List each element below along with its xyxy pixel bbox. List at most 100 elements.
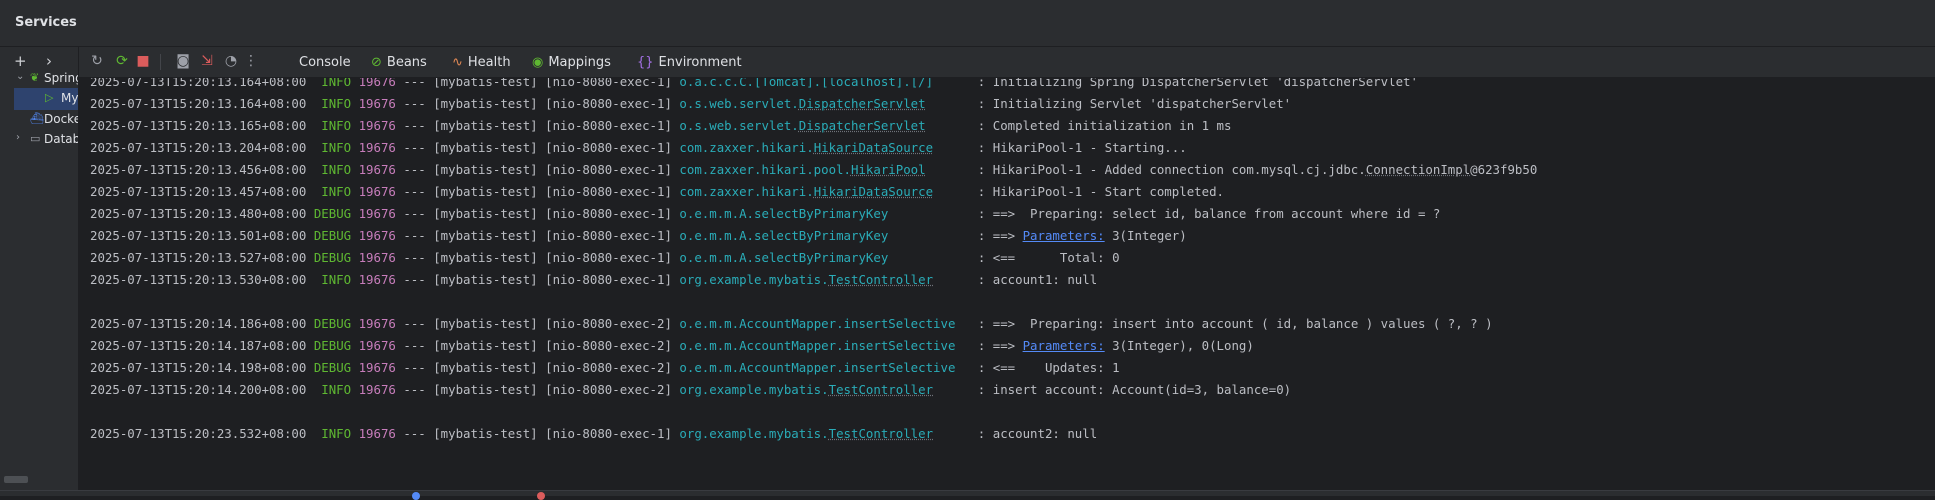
tree-item-spring-boot[interactable]: ⌄ ❦ Spring Boot <box>0 68 78 90</box>
message-text: HikariPool-1 - Starting... <box>992 140 1187 155</box>
message-text: account1: null <box>992 272 1098 287</box>
log-thread: [nio-8080-exec-2] <box>545 382 672 397</box>
log-pid: 19676 <box>358 118 396 133</box>
log-app-name: [mybatis-test] <box>433 140 538 155</box>
horizontal-scrollbar[interactable] <box>4 476 28 483</box>
logger-class-link[interactable]: TestController <box>829 382 933 397</box>
log-message: ==> Parameters: 3(Integer) <box>993 228 1187 243</box>
services-tree-panel: + › ⌄ ❦ Spring Boot ▷ MybatisTestApplica… <box>0 47 79 490</box>
log-line: 2025-07-13T15:20:13.527+08:00 DEBUG 1967… <box>90 250 1120 265</box>
logger-class-link[interactable]: TestController <box>829 272 933 287</box>
gauge-icon[interactable]: ◔ <box>223 53 239 69</box>
log-level: INFO <box>321 184 352 199</box>
log-pid: 19676 <box>358 426 396 441</box>
chevron-down-icon[interactable]: ⌄ <box>16 71 24 82</box>
mappings-icon: ◉ <box>532 55 544 70</box>
stop-icon[interactable]: ■ <box>135 53 151 69</box>
class-link[interactable]: ConnectionImpl <box>1366 162 1470 177</box>
logger-package: o.e.m.m.AccountMapper.insertSelective <box>679 316 956 331</box>
tab-health[interactable]: ∿ Health <box>452 52 511 73</box>
log-app-name: [mybatis-test] <box>433 184 538 199</box>
log-app-name: [mybatis-test] <box>433 250 538 265</box>
parameters-link[interactable]: Parameters: <box>1023 338 1105 353</box>
tree-item-database[interactable]: › ▭ Database <box>0 129 78 151</box>
message-text: Initializing Spring DispatcherServlet 'd… <box>992 78 1418 89</box>
logger-package: o.a.c.c.C.[Tomcat].[localhost].[/] <box>679 78 934 89</box>
log-thread: [nio-8080-exec-1] <box>545 206 672 221</box>
log-thread: [nio-8080-exec-2] <box>545 338 672 353</box>
log-message: Completed initialization in 1 ms <box>993 118 1232 133</box>
logger-class-link[interactable]: TestController <box>829 426 933 441</box>
tab-environment[interactable]: {} Environment <box>637 52 742 73</box>
log-thread: [nio-8080-exec-2] <box>545 360 672 375</box>
logger-class-link[interactable]: HikariDataSource <box>814 140 933 155</box>
log-logger: org.example.mybatis.TestController <box>679 426 933 441</box>
tab-console[interactable]: Console <box>299 52 351 73</box>
log-thread: [nio-8080-exec-1] <box>545 228 672 243</box>
log-level: DEBUG <box>313 250 352 265</box>
beans-icon: ⊘ <box>371 55 382 70</box>
log-message: <== Updates: 1 <box>993 360 1120 375</box>
run-icon: ▷ <box>45 91 54 104</box>
more-icon[interactable]: ⋮ <box>243 53 259 69</box>
log-logger: o.e.m.m.A.selectByPrimaryKey <box>679 228 888 243</box>
log-message: HikariPool-1 - Added connection com.mysq… <box>993 162 1538 177</box>
log-thread: [nio-8080-exec-1] <box>545 78 672 89</box>
log-logger: com.zaxxer.hikari.HikariDataSource <box>679 184 933 199</box>
logger-class-link[interactable]: HikariDataSource <box>814 184 933 199</box>
log-level: INFO <box>321 96 352 111</box>
log-logger: o.e.m.m.AccountMapper.insertSelective <box>679 338 955 353</box>
log-pid: 19676 <box>358 382 396 397</box>
exit-icon[interactable]: ⇲ <box>199 53 215 69</box>
rerun-icon[interactable]: ↻ <box>89 53 105 69</box>
message-text: ==> Preparing: insert into account ( id,… <box>992 316 1493 331</box>
tree-item-label: Docker <box>44 112 78 126</box>
log-line: 2025-07-13T15:20:13.204+08:00 INFO 19676… <box>90 140 1187 155</box>
tab-label: Beans <box>386 55 427 70</box>
console-output[interactable]: 2025-07-13T15:20:13.164+08:00 INFO 19676… <box>79 78 1935 490</box>
logger-class-link[interactable]: DispatcherServlet <box>799 118 926 133</box>
log-pid: 19676 <box>358 206 396 221</box>
camera-icon[interactable]: ◙ <box>175 53 191 69</box>
tab-mappings[interactable]: ◉ Mappings <box>532 52 611 73</box>
logger-package: o.e.m.m.A.selectByPrimaryKey <box>679 250 889 265</box>
log-app-name: [mybatis-test] <box>433 272 538 287</box>
health-icon: ∿ <box>452 55 463 70</box>
parameters-link[interactable]: Parameters: <box>1023 228 1105 243</box>
log-logger: o.e.m.m.A.selectByPrimaryKey <box>679 250 888 265</box>
message-text: ==> <box>992 228 1023 243</box>
log-level: INFO <box>321 426 352 441</box>
restart-icon[interactable]: ⟳ <box>114 53 130 69</box>
log-app-name: [mybatis-test] <box>433 228 538 243</box>
log-timestamp: 2025-07-13T15:20:13.530+08:00 <box>90 272 307 287</box>
logger-package: com.zaxxer.hikari. <box>679 184 814 199</box>
logger-class-link[interactable]: HikariPool <box>851 162 926 177</box>
log-line: 2025-07-13T15:20:13.457+08:00 INFO 19676… <box>90 184 1224 199</box>
log-level: INFO <box>321 382 352 397</box>
services-title-bar: Services <box>0 0 1935 47</box>
tab-beans[interactable]: ⊘ Beans <box>371 52 427 73</box>
tree-item-docker[interactable]: ⛴ Docker <box>0 109 78 131</box>
tree-item-run-config[interactable]: ▷ MybatisTestApplication <box>14 88 78 110</box>
chevron-right-icon[interactable]: › <box>16 132 20 143</box>
log-app-name: [mybatis-test] <box>433 316 538 331</box>
log-pid: 19676 <box>358 250 396 265</box>
tree-item-label: Spring Boot <box>44 71 79 85</box>
panel-title: Services <box>15 15 77 30</box>
log-level: INFO <box>321 118 352 133</box>
log-message: ==> Preparing: select id, balance from a… <box>993 206 1441 221</box>
folder-icon: ▭ <box>30 132 41 145</box>
log-message: ==> Preparing: insert into account ( id,… <box>993 316 1493 331</box>
log-timestamp: 2025-07-13T15:20:14.200+08:00 <box>90 382 307 397</box>
console-toolbar: ↻ ⟳ ■ ◙ ⇲ ◔ ⋮ Console ⊘ Beans ∿ Health ◉ Ma… <box>79 47 1935 78</box>
log-thread: [nio-8080-exec-1] <box>545 140 672 155</box>
log-thread: [nio-8080-exec-1] <box>545 426 672 441</box>
log-thread: [nio-8080-exec-1] <box>545 184 672 199</box>
log-app-name: [mybatis-test] <box>433 360 538 375</box>
chevron-right-icon[interactable]: › <box>46 53 52 69</box>
logger-class-link[interactable]: DispatcherServlet <box>799 96 926 111</box>
log-pid: 19676 <box>358 360 396 375</box>
add-icon[interactable]: + <box>14 53 27 69</box>
